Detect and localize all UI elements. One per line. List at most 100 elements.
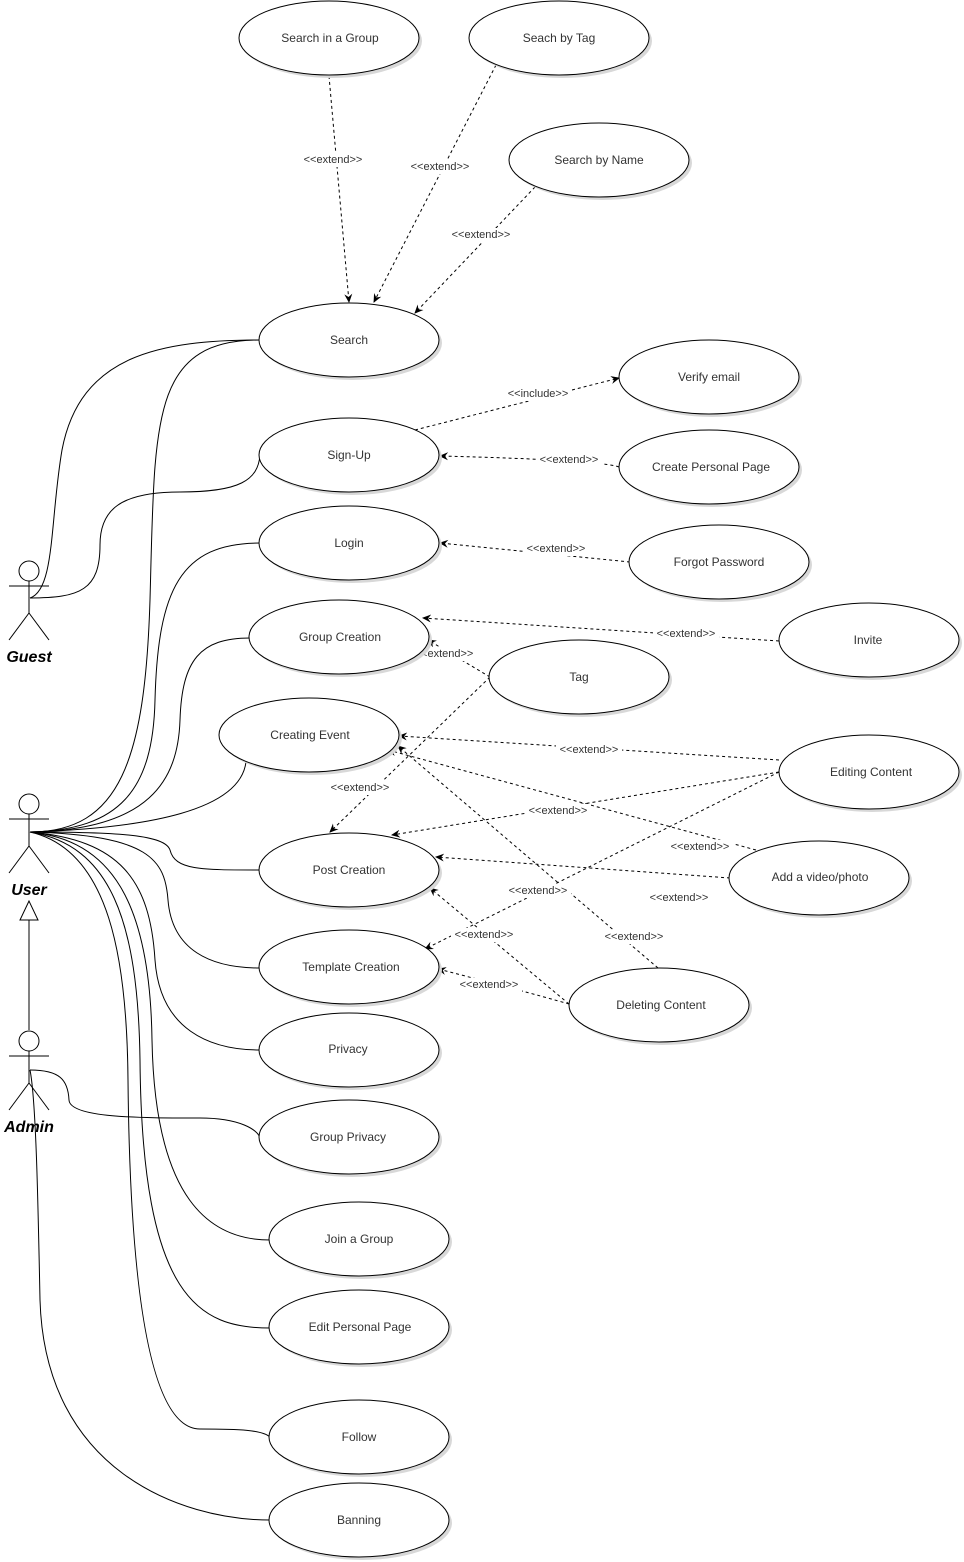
use-case-editing-content[interactable]: Editing Content: [778, 734, 962, 812]
assoc-user-templatecreation: [29, 831, 261, 969]
svg-text:Follow: Follow: [342, 1430, 377, 1444]
svg-text:Banning: Banning: [337, 1513, 381, 1527]
use-case-post-creation[interactable]: Post Creation: [258, 832, 442, 910]
assoc-user-creatingevent: [29, 761, 247, 833]
svg-text:<<extend>>: <<extend>>: [460, 979, 519, 991]
use-case-add-video-photo[interactable]: Add a video/photo: [728, 840, 912, 918]
svg-text:Join a Group: Join a Group: [325, 1232, 394, 1246]
assoc-admin-groupprivacy: [29, 1069, 261, 1139]
dep-invite-groupcreation: [422, 614, 780, 642]
use-case-group-privacy[interactable]: Group Privacy: [258, 1099, 442, 1177]
dep-label: <<extend>>: [456, 978, 522, 992]
assoc-user-privacy: [29, 831, 261, 1051]
dep-label: <<extend>>: [523, 542, 589, 556]
dep-label: <<extend>>: [667, 840, 733, 854]
svg-text:<<extend>>: <<extend>>: [529, 805, 588, 817]
use-case-join-group[interactable]: Join a Group: [268, 1201, 452, 1279]
actor-label: Admin: [3, 1119, 54, 1136]
actor-label: User: [11, 882, 47, 899]
svg-text:<<extend>>: <<extend>>: [455, 929, 514, 941]
svg-text:Editing Content: Editing Content: [830, 765, 913, 779]
svg-text:Add a video/photo: Add a video/photo: [772, 870, 869, 884]
svg-text:Post Creation: Post Creation: [313, 863, 386, 877]
use-case-follow[interactable]: Follow: [268, 1399, 452, 1477]
dep-searchingroup-search: [328, 75, 353, 303]
svg-text:Invite: Invite: [854, 633, 883, 647]
svg-text:Search by Name: Search by Name: [554, 153, 644, 167]
use-case-search[interactable]: Search: [258, 302, 442, 380]
dep-label: <<extend>>: [536, 453, 602, 467]
svg-text:Privacy: Privacy: [328, 1042, 367, 1056]
svg-text:Login: Login: [334, 536, 363, 550]
svg-text:<<extend>>: <<extend>>: [605, 931, 664, 943]
assoc-admin-banning: [29, 1069, 271, 1521]
svg-text:Sign-Up: Sign-Up: [327, 448, 371, 462]
assoc-guest-search: [29, 339, 261, 599]
svg-text:<<extend>>: <<extend>>: [304, 154, 363, 166]
actor-user[interactable]: User: [8, 793, 50, 899]
svg-text:<<extend>>: <<extend>>: [650, 892, 709, 904]
dep-label: <<include>>: [504, 387, 572, 401]
svg-text:Group Creation: Group Creation: [299, 630, 381, 644]
use-case-tag[interactable]: Tag: [488, 639, 672, 717]
use-case-verify-email[interactable]: Verify email: [618, 339, 802, 417]
use-case-sign-up[interactable]: Sign-Up: [258, 417, 442, 495]
dep-label: <<extend>>: [300, 153, 366, 167]
dep-label: <<extend>>: [556, 743, 622, 757]
dep-searchbyname-search: [414, 186, 536, 314]
svg-text:Verify email: Verify email: [678, 370, 740, 384]
svg-text:Creating Event: Creating Event: [270, 728, 350, 742]
use-case-banning[interactable]: Banning: [268, 1482, 452, 1560]
svg-text:Forgot Password: Forgot Password: [674, 555, 765, 569]
svg-text:Group Privacy: Group Privacy: [310, 1130, 386, 1144]
dep-searchbytag-search: [373, 64, 497, 303]
svg-text:Deleting Content: Deleting Content: [616, 998, 706, 1012]
dep-label: <<extend>>: [646, 891, 712, 905]
dep-label: <<extend>>: [327, 781, 393, 795]
use-case-edit-personal-page[interactable]: Edit Personal Page: [268, 1289, 452, 1367]
assoc-user-groupcreation: [29, 637, 251, 833]
svg-text:<<extend>>: <<extend>>: [527, 543, 586, 555]
svg-text:<<extend>>: <<extend>>: [452, 229, 511, 241]
use-case-template-creation[interactable]: Template Creation: [258, 929, 442, 1007]
actor-admin[interactable]: Admin: [3, 1030, 54, 1136]
use-case-forgot-password[interactable]: Forgot Password: [628, 524, 812, 602]
assoc-guest-signup: [29, 454, 261, 599]
use-case-group-creation[interactable]: Group Creation: [248, 599, 432, 677]
dep-addvideo-postcreation: [435, 853, 731, 879]
svg-text:<<extend>>: <<extend>>: [331, 782, 390, 794]
use-case-search-by-name[interactable]: Search by Name: [508, 122, 692, 200]
dep-addvideo-creatingevent: [387, 748, 757, 851]
svg-text:Template Creation: Template Creation: [302, 960, 399, 974]
svg-text:Seach by Tag: Seach by Tag: [523, 31, 596, 45]
svg-text:<<extend>>: <<extend>>: [540, 454, 599, 466]
dep-label: <<extend>>: [407, 160, 473, 174]
use-case-deleting-content[interactable]: Deleting Content: [568, 967, 752, 1045]
assoc-user-joingroup: [29, 831, 271, 1241]
use-case-creating-event[interactable]: Creating Event: [218, 697, 402, 775]
use-case-create-personal-page[interactable]: Create Personal Page: [618, 429, 802, 507]
actors: Guest User Admin: [3, 560, 54, 1136]
dep-label: <<extend>>: [601, 930, 667, 944]
stick-figure-icon: [8, 560, 50, 641]
svg-text:<<extend>>: <<extend>>: [509, 885, 568, 897]
generalization-admin-user: [19, 899, 39, 1030]
use-case-search-by-tag[interactable]: Seach by Tag: [468, 0, 652, 78]
dep-label: <<extend>>: [448, 228, 514, 242]
svg-text:<<include>>: <<include>>: [508, 388, 569, 400]
use-case-search-in-group[interactable]: Search in a Group: [238, 0, 422, 78]
assoc-user-search: [29, 339, 261, 833]
svg-text:<<extend>>: <<extend>>: [671, 841, 730, 853]
use-case-login[interactable]: Login: [258, 505, 442, 583]
dep-label: <<extend>>: [451, 928, 517, 942]
svg-text:Create Personal Page: Create Personal Page: [652, 460, 770, 474]
use-case-invite[interactable]: Invite: [778, 602, 962, 680]
associations: [29, 339, 271, 1521]
dep-label: <<extend>>: [505, 884, 571, 898]
actor-label: Guest: [6, 649, 52, 666]
use-case-privacy[interactable]: Privacy: [258, 1012, 442, 1090]
dep-signup-verifyemail: [414, 376, 620, 431]
use-case-diagram: <<extend>> <<extend>> <<extend>> <<inclu…: [3, 0, 962, 1560]
assoc-user-editpersonalpage: [29, 831, 271, 1329]
svg-text:<<extend>>: <<extend>>: [411, 161, 470, 173]
